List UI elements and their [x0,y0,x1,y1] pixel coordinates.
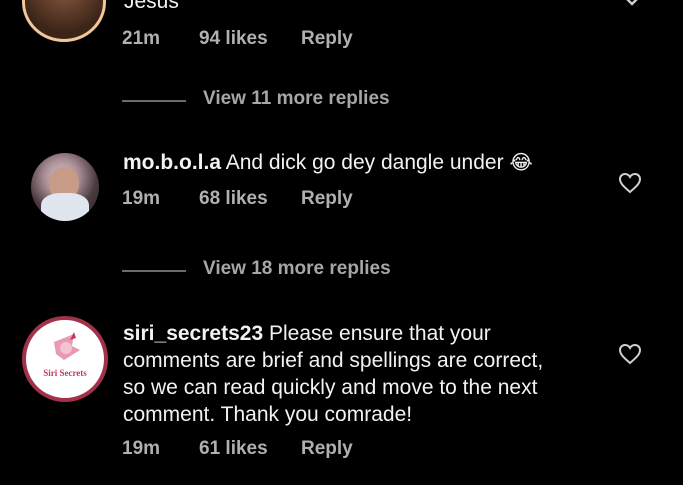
siri-secrets-logo-icon: Siri Secrets [28,322,102,396]
divider-line [122,100,186,102]
comment-body-line-2: comments are brief and spellings are cor… [123,349,544,372]
divider-line [122,270,186,272]
avatar[interactable]: Siri Secrets [22,316,108,402]
avatar[interactable] [22,0,106,42]
heart-icon[interactable] [618,172,642,194]
comment-body-line-4: comment. Thank you comrade! [123,403,413,426]
username[interactable]: siri_secrets23 [123,322,263,345]
view-replies-label[interactable]: View 18 more replies [203,258,391,280]
likes-count[interactable]: 68 likes [199,188,268,210]
comment-text: mo.b.o.l.a And dick go dey dangle under … [123,149,533,177]
reply-button[interactable]: Reply [301,28,353,50]
comment-body-line-1: Please ensure that your [268,322,491,345]
comment-time: 21m [122,28,161,49]
username[interactable]: mo.b.o.l.a [123,151,221,174]
comment-time: 19m [122,438,161,459]
reply-button[interactable]: Reply [301,438,353,460]
comment-body-line-3: so we can read quickly and move to the n… [123,376,538,399]
comment-text: siri_secrets23 Please ensure that your c… [123,320,543,428]
svg-text:Siri Secrets: Siri Secrets [43,368,87,378]
reply-button[interactable]: Reply [301,188,353,210]
comment-time: 19m [122,188,161,209]
avatar[interactable] [31,153,99,221]
likes-count[interactable]: 61 likes [199,438,268,460]
comment-text: Jesus [124,0,179,13]
heart-icon[interactable] [618,343,642,365]
chevron-down-icon[interactable] [620,0,644,16]
comment-body: And dick go dey dangle under [225,151,504,174]
laughing-emoji-icon: 😂 [509,152,533,174]
likes-count[interactable]: 94 likes [199,28,268,50]
view-replies-label[interactable]: View 11 more replies [203,88,390,110]
